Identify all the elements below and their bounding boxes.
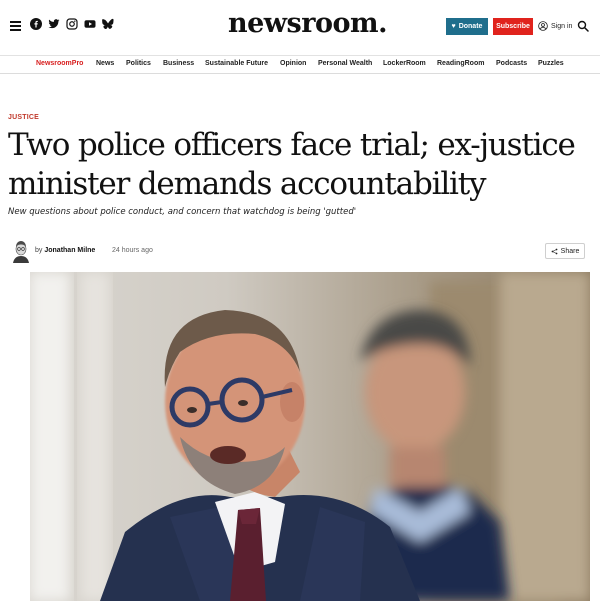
nav-item-puzzles[interactable]: Puzzles (538, 60, 564, 67)
headline-line-1: Two police officers face trial; ex-justi… (8, 127, 576, 163)
headline-line-2: minister demands accountability (8, 166, 487, 202)
nav-item-opinion[interactable]: Opinion (280, 60, 306, 67)
author-avatar[interactable] (10, 239, 32, 263)
share-label: Share (560, 247, 580, 255)
article-standfirst: New questions about police conduct, and … (8, 207, 357, 217)
article-headline: Two police officers face trial; ex-justi… (8, 126, 598, 204)
nav-item-readingroom[interactable]: ReadingRoom (437, 60, 484, 67)
nav-item-newsroompro[interactable]: NewsroomPro (36, 60, 83, 67)
byline: by Jonathan Milne 24 hours ago Share (8, 239, 588, 263)
search-icon[interactable] (577, 20, 589, 32)
site-logo[interactable]: newsroom. (228, 8, 387, 39)
nav-item-sustainable-future[interactable]: Sustainable Future (205, 60, 268, 67)
nav-item-business[interactable]: Business (163, 60, 194, 67)
nav-item-podcasts[interactable]: Podcasts (496, 60, 527, 67)
share-icon (551, 248, 558, 254)
byline-prefix: by (35, 247, 43, 254)
menu-icon[interactable] (10, 21, 21, 31)
publish-time: 24 hours ago (112, 247, 153, 254)
heart-icon: ♥ (451, 23, 456, 30)
nav-item-lockerroom[interactable]: LockerRoom (383, 60, 426, 67)
section-nav: NewsroomPro News Politics Business Susta… (0, 56, 600, 74)
section-kicker[interactable]: JUSTICE (8, 114, 39, 121)
nav-item-news[interactable]: News (96, 60, 114, 67)
youtube-icon[interactable] (84, 18, 96, 30)
site-header: newsroom. ♥ Donate Subscribe Sign in (0, 0, 600, 56)
bluesky-icon[interactable] (102, 18, 114, 30)
share-button[interactable]: Share (545, 243, 585, 259)
author-link[interactable]: Jonathan Milne (44, 247, 95, 254)
sign-in-label: Sign in (551, 22, 573, 30)
hero-image (30, 272, 590, 601)
nav-item-personal-wealth[interactable]: Personal Wealth (318, 60, 372, 67)
donate-button[interactable]: ♥ Donate (446, 18, 488, 35)
instagram-icon[interactable] (66, 18, 78, 30)
byline-text: by Jonathan Milne (35, 247, 95, 254)
user-icon (538, 21, 548, 31)
social-links (30, 18, 114, 30)
twitter-icon[interactable] (48, 18, 60, 30)
subscribe-button[interactable]: Subscribe (493, 18, 533, 35)
nav-item-politics[interactable]: Politics (126, 60, 151, 67)
donate-label: Donate (458, 23, 483, 30)
facebook-icon[interactable] (30, 18, 42, 30)
sign-in-button[interactable]: Sign in (538, 21, 572, 31)
